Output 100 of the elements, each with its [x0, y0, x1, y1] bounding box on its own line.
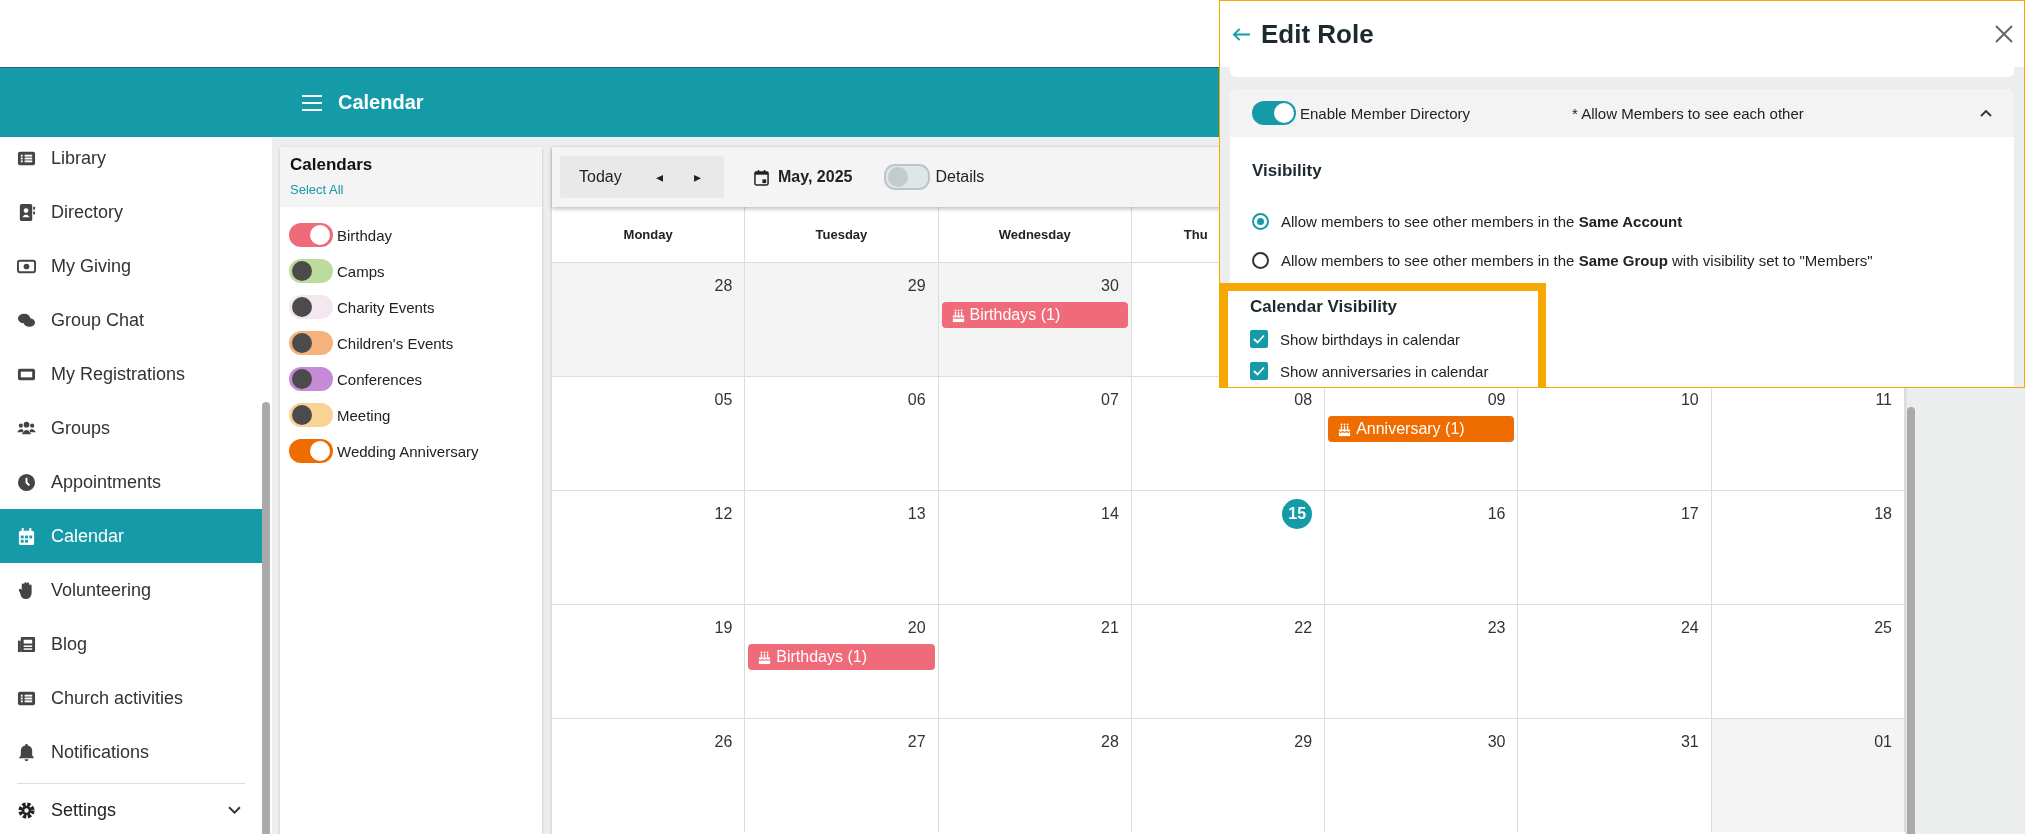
- panel-title: Calendars: [290, 155, 374, 175]
- calendar-name: Children's Events: [337, 334, 454, 352]
- date-number[interactable]: 27: [907, 730, 926, 758]
- weekday-header: Wednesday: [998, 227, 1071, 242]
- date-number[interactable]: 31: [1680, 730, 1699, 758]
- date-number[interactable]: 30: [1101, 274, 1119, 302]
- date-number[interactable]: 10: [1680, 388, 1699, 416]
- date-number[interactable]: 22: [1294, 616, 1313, 644]
- date-number[interactable]: 16: [1487, 502, 1506, 530]
- date-number[interactable]: 19: [714, 616, 733, 644]
- details-toggle[interactable]: [884, 164, 931, 190]
- calendar-name: Camps: [337, 262, 385, 280]
- sidebar-item[interactable]: Blog: [0, 617, 262, 671]
- date-number[interactable]: 18: [1874, 502, 1892, 530]
- date-number[interactable]: 11: [1875, 388, 1892, 416]
- checkbox[interactable]: [1250, 330, 1268, 348]
- date-number[interactable]: 29: [907, 274, 926, 302]
- weekday-header: Thu: [1183, 227, 1208, 242]
- contact-card-icon: [17, 202, 36, 222]
- date-number[interactable]: 25: [1874, 616, 1892, 644]
- chevron-icon[interactable]: [1980, 109, 1992, 117]
- checkbox-label: Show birthdays in calendar: [1280, 330, 1461, 348]
- calendar-toggle[interactable]: [289, 367, 333, 391]
- sidebar-item[interactable]: Church activities: [0, 671, 262, 725]
- radio-button[interactable]: [1252, 212, 1269, 230]
- today-button[interactable]: Today: [560, 168, 640, 186]
- weekday-header: Tuesday: [815, 227, 868, 242]
- sidebar-item[interactable]: Volunteering: [0, 563, 262, 617]
- date-number[interactable]: 28: [1101, 730, 1119, 758]
- back-arrow-icon[interactable]: [1232, 26, 1251, 42]
- date-number[interactable]: 08: [1294, 388, 1313, 416]
- date-number[interactable]: 09: [1487, 388, 1506, 416]
- previous-button[interactable]: ◂: [640, 169, 678, 185]
- scrollbar[interactable]: [1907, 407, 1915, 834]
- weekday-header: Monday: [623, 227, 673, 242]
- sidebar-item[interactable]: Directory: [0, 185, 262, 239]
- checkmark-icon: [1253, 334, 1265, 344]
- calendar-toggle[interactable]: [289, 295, 333, 319]
- newspaper-icon: [17, 634, 36, 654]
- date-number[interactable]: 01: [1874, 730, 1892, 758]
- date-number[interactable]: 28: [714, 274, 733, 302]
- section-heading: Calendar Visibility: [1249, 297, 1399, 317]
- date-number[interactable]: 13: [907, 502, 926, 530]
- close-icon[interactable]: [1994, 24, 2014, 44]
- calendar-name: Conferences: [337, 370, 423, 388]
- member-directory-toggle[interactable]: [1252, 101, 1296, 125]
- note-text: * Allow Members to see each other: [1572, 104, 1805, 122]
- date-number[interactable]: 12: [714, 502, 733, 530]
- sidebar-item[interactable]: Library: [0, 131, 262, 185]
- next-button[interactable]: ▸: [678, 169, 716, 185]
- panel-title: Edit Role: [1261, 18, 1375, 50]
- date-number[interactable]: 06: [907, 388, 926, 416]
- date-number[interactable]: 26: [714, 730, 733, 758]
- date-number[interactable]: 17: [1680, 502, 1699, 530]
- calendar-toggle[interactable]: [289, 223, 333, 247]
- checkbox-label: Show anniversaries in calendar: [1280, 362, 1489, 380]
- calendar-icon[interactable]: [754, 168, 769, 186]
- cake-icon: [950, 307, 966, 323]
- calendar-toggle[interactable]: [289, 331, 333, 355]
- clock-icon: [17, 472, 36, 492]
- settings-item[interactable]: Settings: [17, 783, 245, 834]
- section-heading: Visibility: [1251, 161, 1323, 181]
- calendar-toggle[interactable]: [289, 403, 333, 427]
- sidebar-item[interactable]: Appointments: [0, 455, 262, 509]
- calendar-icon: [17, 526, 36, 546]
- date-number[interactable]: 30: [1487, 730, 1506, 758]
- calendar-name: Meeting: [337, 406, 391, 424]
- page-title: Calendar: [338, 91, 424, 114]
- month-label: May, 2025: [778, 168, 853, 186]
- calendar-name: Wedding Anniversary: [337, 442, 479, 460]
- date-number[interactable]: 20: [907, 616, 926, 644]
- cake-icon: [757, 649, 773, 665]
- date-number[interactable]: 29: [1294, 730, 1313, 758]
- sidebar-item[interactable]: Groups: [0, 401, 262, 455]
- date-number[interactable]: 14: [1101, 502, 1119, 530]
- toggle-label: Enable Member Directory: [1300, 104, 1472, 122]
- cake-icon: [1337, 421, 1353, 437]
- calendar-toggle[interactable]: [289, 259, 333, 283]
- calendar-toggle[interactable]: [289, 439, 333, 463]
- scrollbar[interactable]: [262, 402, 270, 834]
- sidebar-item[interactable]: My Registrations: [0, 347, 262, 401]
- sidebar-item[interactable]: Notifications: [0, 725, 262, 779]
- option-label: Allow members to see other members in the Same Account: [1281, 212, 1683, 230]
- date-number[interactable]: 23: [1487, 616, 1506, 644]
- sidebar-item[interactable]: Group Chat: [0, 293, 262, 347]
- checkbox[interactable]: [1250, 362, 1268, 380]
- calendar-name: Charity Events: [337, 298, 435, 316]
- date-number[interactable]: 05: [714, 388, 733, 416]
- date-number[interactable]: 24: [1680, 616, 1699, 644]
- option-label: Allow members to see other members in the Same Group with visibility set to "Members": [1281, 251, 1873, 269]
- date-number[interactable]: 07: [1101, 388, 1119, 416]
- date-number[interactable]: 21: [1101, 616, 1119, 644]
- calendar-name: Birthday: [337, 226, 393, 244]
- menu-icon[interactable]: [302, 94, 322, 111]
- sidebar-item[interactable]: My Giving: [0, 239, 262, 293]
- radio-button[interactable]: [1252, 251, 1269, 269]
- bell-icon: [17, 742, 36, 762]
- settings-icon: [17, 800, 36, 820]
- checkmark-icon: [1253, 366, 1265, 376]
- details-label: Details: [935, 168, 985, 186]
